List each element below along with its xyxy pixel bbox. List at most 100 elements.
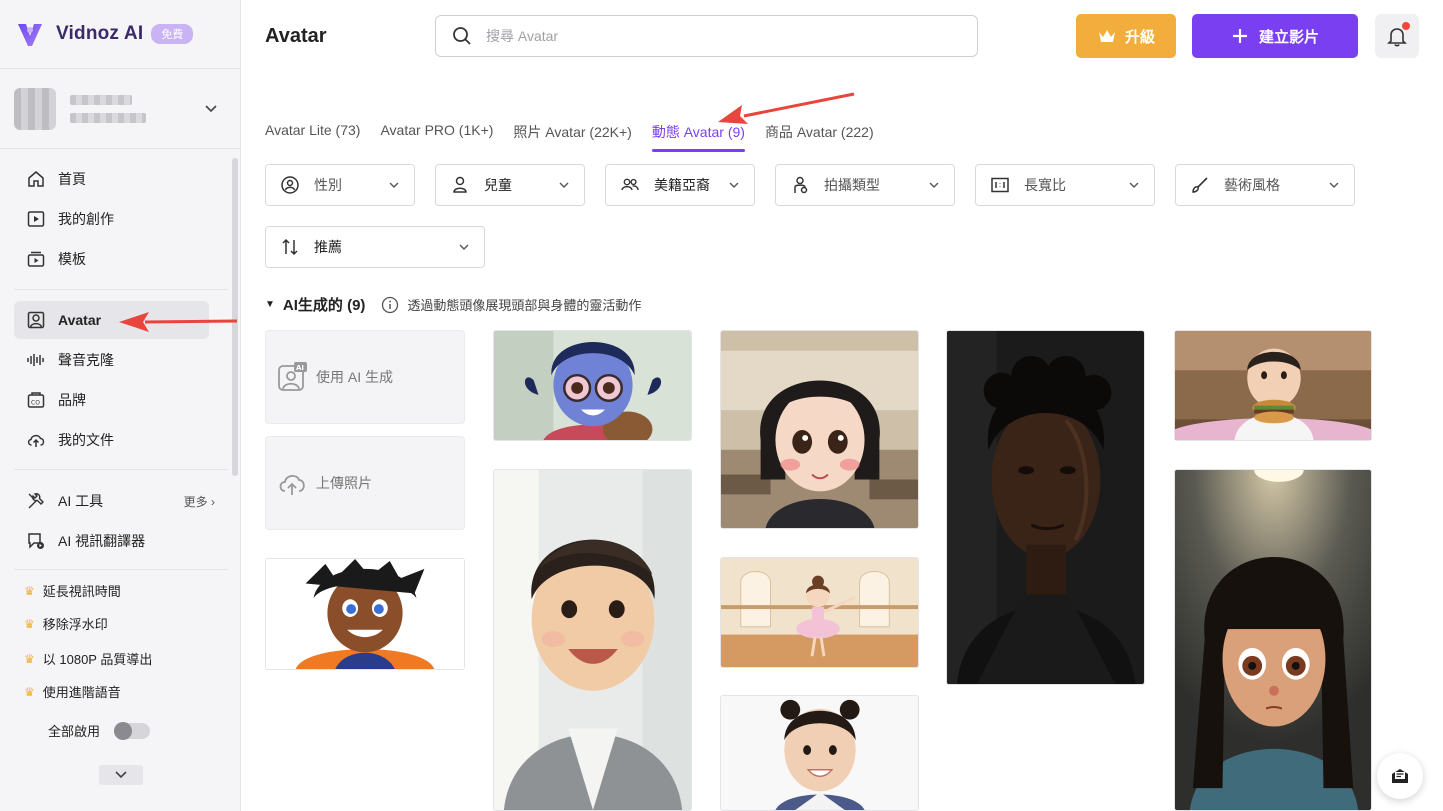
chevron-down-icon [1129,182,1139,188]
sidebar-item-templates[interactable]: 模板 [14,240,209,278]
filter-aspect-ratio[interactable]: 長寬比 [975,164,1155,206]
sort-label: 推薦 [314,239,342,255]
chevron-down-icon [559,182,569,188]
chevron-down-icon [389,182,399,188]
search-icon [453,27,471,45]
create-video-label: 建立影片 [1258,28,1319,46]
feature-label: 以 1080P 品質導出 [42,652,153,667]
avatar-card-anime-girl[interactable] [1174,469,1372,811]
feature-label: 使用進階語音 [42,685,121,700]
avatar-image [721,558,918,667]
divider [14,469,228,470]
enable-all-toggle[interactable] [114,721,151,740]
generate-with-ai-card[interactable]: AI 使用 AI 生成 [265,330,465,424]
avatar-image [494,331,691,440]
people-icon [621,178,639,191]
sidebar-item-my-files[interactable]: 我的文件 [14,421,209,459]
avatar-card-baby-burger[interactable] [1174,330,1372,441]
sidebar-item-brand[interactable]: CO 品牌 [14,381,209,419]
plus-icon [1232,29,1247,43]
avatar [14,88,56,130]
avatar-card-little-girl-buns[interactable] [720,695,919,811]
tab-dynamic-avatar[interactable]: 動態 Avatar (9) [651,122,746,152]
ai-avatar-icon: AI [278,362,307,391]
divider [0,148,240,149]
notification-dot [1402,22,1410,30]
filter-shot-type[interactable]: 拍攝類型 [775,164,955,206]
avatar-image [721,696,918,810]
sidebar-item-my-creations[interactable]: 我的創作 [14,200,209,238]
child-icon [453,176,467,193]
filter-label: 性別 [314,177,342,193]
feature-remove-watermark: ♛ 移除浮水印 [24,614,108,633]
sidebar-item-label: 品牌 [58,392,86,408]
tab-photo-avatar[interactable]: 照片 Avatar (22K+) [513,122,631,152]
search-bar[interactable] [435,15,978,57]
sidebar-item-home[interactable]: 首頁 [14,160,209,198]
sidebar-item-label: AI 工具 [58,493,104,509]
avatar-card-ballerina[interactable] [720,557,919,668]
translate-icon [28,533,44,549]
account-switcher[interactable] [14,87,228,131]
collapse-sidebar-button[interactable] [99,765,143,785]
avatar-card-cartoon-boy[interactable] [265,558,465,670]
chevron-right-icon: › [207,494,215,509]
avatar-icon [27,311,45,329]
sidebar-item-voice-clone[interactable]: 聲音克隆 [14,341,209,379]
avatar-image [1175,331,1371,440]
tab-avatar-lite[interactable]: Avatar Lite (73) [265,122,360,152]
section-header: ▼ AI生成的 (9) 透過動態頭像展現頭部與身體的靈活動作 [265,294,641,315]
upload-photo-card[interactable]: 上傳照片 [265,436,465,530]
upgrade-button[interactable]: 升級 [1076,14,1176,58]
sidebar-item-video-translator[interactable]: AI 視訊翻譯器 [14,522,209,560]
pose-icon [794,176,808,194]
svg-text:CO: CO [31,400,40,407]
sidebar-item-label: 我的文件 [58,432,114,448]
svg-text:AI: AI [296,364,304,372]
chevron-down-icon [1329,182,1339,188]
chevron-down-icon [729,182,739,188]
support-chat-button[interactable] [1377,753,1423,799]
avatar-card-blue-girl[interactable] [493,330,692,441]
gender-icon [281,176,299,194]
play-icon [27,211,45,227]
filter-art-style[interactable]: 藝術風格 [1175,164,1355,206]
avatar-image [947,331,1144,684]
filter-gender[interactable]: 性別 [265,164,415,206]
section-description: 透過動態頭像展現頭部與身體的靈活動作 [407,298,642,313]
waveform-icon [27,354,44,366]
tools-icon [28,493,44,509]
upload-cloud-icon [27,434,45,447]
filter-label: 美籍亞裔 [654,177,710,193]
crown-icon: ♛ [24,684,35,699]
sidebar-item-label: 首頁 [58,171,86,187]
sidebar-item-label: Avatar [58,312,102,328]
tab-avatar-pro[interactable]: Avatar PRO (1K+) [380,122,493,152]
sidebar-item-avatar[interactable]: Avatar [14,301,209,339]
filter-ethnicity[interactable]: 美籍亞裔 [605,164,755,206]
crown-icon: ♛ [24,583,35,598]
search-input[interactable] [486,28,946,44]
create-video-button[interactable]: 建立影片 [1192,14,1358,58]
page-title: Avatar [265,25,327,47]
collapse-triangle-icon[interactable]: ▼ [265,299,275,310]
chevron-down-icon [929,182,939,188]
tab-product-avatar[interactable]: 商品 Avatar (222) [765,122,874,152]
chevron-down-icon [205,105,217,113]
notifications-button[interactable] [1375,14,1419,58]
filter-age[interactable]: 兒童 [435,164,585,206]
sort-dropdown[interactable]: 推薦 [265,226,485,268]
feature-advanced-voice: ♛ 使用進階語音 [24,682,121,701]
brand-logo[interactable]: Vidnoz AI 免費 [14,18,194,50]
avatar-card-smiling-toddler[interactable] [493,469,692,811]
sidebar-item-ai-tools[interactable]: AI 工具 更多 › [14,482,219,520]
upload-label: 上傳照片 [316,475,372,491]
chevron-down-icon [459,244,469,250]
sidebar-scrollbar[interactable] [232,158,238,476]
divider [14,289,228,290]
more-tools-link[interactable]: 更多 › [184,493,215,510]
avatar-card-classroom-girl[interactable] [720,330,919,529]
avatar-card-dark-man[interactable] [946,330,1145,685]
sidebar: Vidnoz AI 免費 首頁 我的創作 模板 Avatar 聲音克隆 CO 品… [0,0,241,811]
filter-label: 藝術風格 [1224,177,1280,193]
